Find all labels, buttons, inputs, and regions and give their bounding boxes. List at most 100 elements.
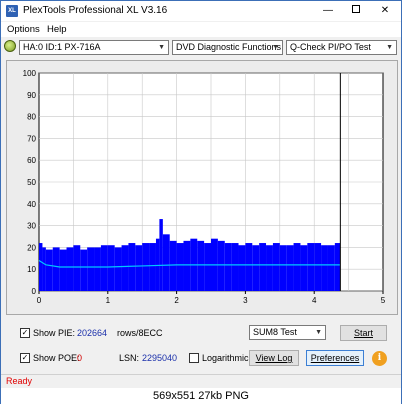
- pie-bar: [66, 247, 74, 291]
- show-pie-label: Show PIE:: [33, 328, 76, 338]
- pie-bar: [245, 243, 253, 291]
- pie-bar: [314, 243, 322, 291]
- pie-bar: [176, 243, 184, 291]
- lsn-label: LSN:: [119, 353, 140, 363]
- chevron-down-icon: ▼: [315, 329, 322, 336]
- show-poe-checkbox[interactable]: ✓: [20, 353, 30, 363]
- lsn-value: 2295040: [142, 353, 178, 363]
- y-tick-label: 40: [27, 200, 36, 209]
- pie-bar: [87, 247, 95, 291]
- x-tick-label: 2: [174, 296, 179, 305]
- app-window: XL PlexTools Professional XL V3.16 — ✕ O…: [0, 0, 402, 404]
- pie-bar: [59, 249, 67, 291]
- pie-bar: [128, 243, 136, 291]
- pie-bar: [259, 243, 267, 291]
- sum-test-select-value: SUM8 Test: [253, 327, 297, 337]
- chart-panel: 0 10 20 30 40 50 60 70 80 90 100 0 1 2 3 4 5: [6, 60, 398, 315]
- y-tick-label: 30: [27, 222, 36, 231]
- pie-bar: [52, 247, 60, 291]
- pie-bar: [327, 245, 335, 291]
- pie-bar: [321, 245, 328, 291]
- function-select-value: DVD Diagnostic Functions: [176, 42, 282, 52]
- x-tick-label: 4: [312, 296, 317, 305]
- y-tick-label: 70: [27, 134, 36, 143]
- pie-bar: [279, 245, 287, 291]
- pie-bar: [73, 245, 81, 291]
- pie-bar: [307, 243, 315, 291]
- show-poe-label: Show POE:: [33, 353, 80, 363]
- maximize-button[interactable]: [342, 1, 370, 21]
- preferences-button-label: Preferences: [310, 353, 360, 363]
- chevron-down-icon: ▼: [386, 44, 393, 51]
- pie-bar: [45, 249, 53, 291]
- menu-options[interactable]: Options: [7, 24, 40, 35]
- pie-bar: [107, 245, 115, 291]
- title-bar: XL PlexTools Professional XL V3.16 — ✕: [1, 1, 401, 21]
- pie-bar: [149, 243, 156, 291]
- pie-bar: [162, 234, 170, 291]
- pie-bar: [334, 243, 341, 291]
- test-select-value: Q-Check PI/PO Test: [290, 42, 371, 52]
- x-tick-label: 0: [37, 296, 42, 305]
- window-title: PlexTools Professional XL V3.16: [23, 5, 168, 16]
- logarithmic-checkbox[interactable]: [189, 353, 199, 363]
- function-select[interactable]: DVD Diagnostic Functions ▼: [172, 40, 283, 55]
- pie-bar: [224, 243, 232, 291]
- pie-bar: [252, 245, 260, 291]
- y-tick-label: 50: [27, 178, 36, 187]
- pie-bar: [114, 247, 122, 291]
- pie-bar: [94, 247, 101, 291]
- pie-bar: [100, 245, 108, 291]
- start-button[interactable]: Start: [340, 325, 387, 341]
- pie-bar: [266, 245, 273, 291]
- preferences-button[interactable]: Preferences: [306, 350, 364, 366]
- x-tick-label: 3: [243, 296, 248, 305]
- pie-bar: [135, 245, 143, 291]
- pie-bar: [217, 240, 225, 291]
- drive-status-icon: [4, 40, 16, 52]
- sum-test-select[interactable]: SUM8 Test ▼: [249, 325, 326, 340]
- pi-po-chart: 0 10 20 30 40 50 60 70 80 90 100 0 1 2 3 4 5: [23, 69, 386, 305]
- poe-value: 0: [77, 353, 83, 363]
- close-button[interactable]: ✕: [371, 1, 399, 21]
- show-pie-checkbox[interactable]: ✓: [20, 328, 30, 338]
- y-tick-label: 20: [27, 243, 36, 252]
- chevron-down-icon: ▼: [272, 44, 279, 51]
- x-tick-label: 5: [381, 296, 386, 305]
- pie-bar: [204, 243, 211, 291]
- info-icon[interactable]: i: [372, 351, 387, 366]
- y-tick-label: 90: [27, 91, 36, 100]
- pie-bar: [238, 245, 246, 291]
- view-log-button[interactable]: View Log: [249, 350, 299, 366]
- status-bar: Ready: [1, 374, 401, 387]
- menu-bar: Options Help: [1, 22, 401, 37]
- view-log-button-label: View Log: [255, 353, 293, 363]
- pie-bar: [142, 243, 150, 291]
- y-tick-label: 100: [23, 69, 37, 78]
- pie-bar: [300, 245, 308, 291]
- pie-bar: [169, 240, 177, 291]
- pie-bar: [231, 243, 239, 291]
- drive-select[interactable]: HA:0 ID:1 PX-716A ▼: [19, 40, 169, 55]
- y-tick-label: 80: [27, 113, 36, 122]
- test-select[interactable]: Q-Check PI/PO Test ▼: [286, 40, 397, 55]
- pie-bar: [80, 249, 88, 291]
- pie-bar: [293, 243, 301, 291]
- pie-bar: [159, 219, 163, 291]
- controls-panel: ✓ Show PIE: 202664 rows/8ECC SUM8 Test ▼…: [1, 317, 401, 373]
- pie-bar: [42, 247, 46, 291]
- pie-value: 202664: [77, 328, 108, 338]
- y-tick-label: 60: [27, 156, 36, 165]
- pie-bar: [183, 240, 191, 291]
- minimize-button[interactable]: —: [314, 1, 342, 21]
- pie-bar: [121, 245, 129, 291]
- y-tick-label: 0: [32, 287, 37, 296]
- pie-unit: rows/8ECC: [117, 328, 163, 338]
- maximize-icon: [352, 5, 360, 14]
- pie-bar: [197, 240, 205, 291]
- status-text: Ready: [6, 376, 33, 386]
- menu-help[interactable]: Help: [47, 24, 67, 35]
- pie-bar: [39, 243, 43, 291]
- drive-select-value: HA:0 ID:1 PX-716A: [23, 42, 101, 52]
- app-logo-icon: XL: [6, 5, 18, 17]
